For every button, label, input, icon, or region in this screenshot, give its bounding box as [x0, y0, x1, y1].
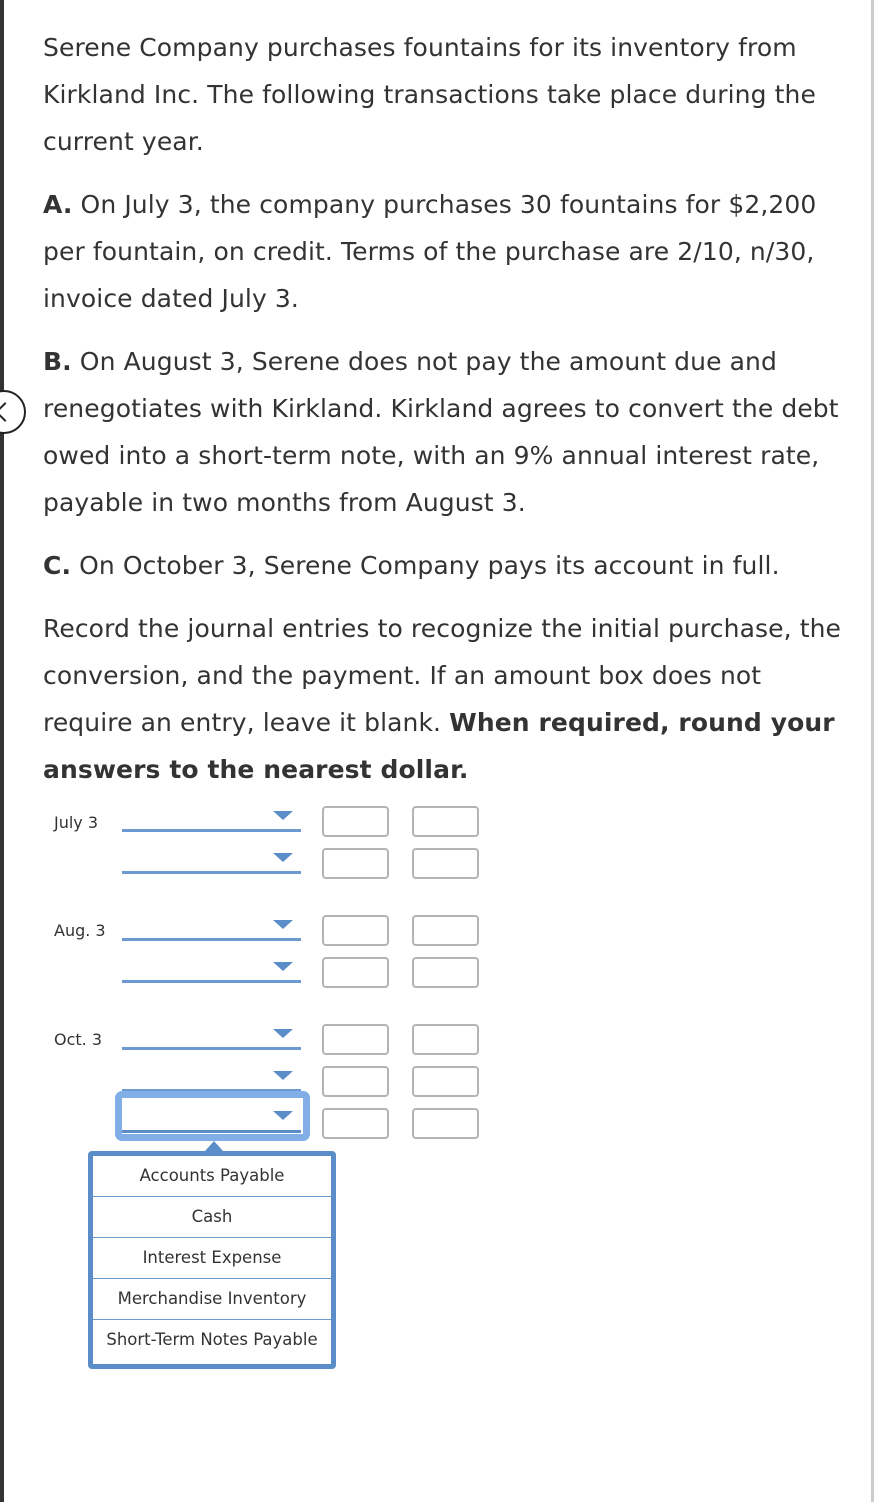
option-cash[interactable]: Cash	[93, 1197, 331, 1238]
account-select[interactable]	[122, 959, 301, 983]
part-a: A. On July 3, the company purchases 30 f…	[43, 181, 858, 322]
dropdown-arrow-icon	[273, 853, 293, 862]
part-c-letter: C.	[43, 551, 72, 580]
option-merchandise-inventory[interactable]: Merchandise Inventory	[93, 1279, 331, 1320]
option-short-term-notes-payable[interactable]: Short-Term Notes Payable	[93, 1320, 331, 1361]
select-underline	[122, 1130, 301, 1133]
debit-input[interactable]	[322, 1108, 389, 1139]
account-select[interactable]	[122, 1026, 301, 1050]
entry-date: July 3	[54, 813, 99, 832]
entry-date: Aug. 3	[54, 921, 106, 940]
part-b-letter: B.	[43, 347, 72, 376]
part-a-text: On July 3, the company purchases 30 foun…	[43, 190, 817, 313]
debit-input[interactable]	[322, 848, 389, 879]
intro-text: Serene Company purchases fountains for i…	[43, 33, 816, 156]
account-dropdown-menu: Accounts Payable Cash Interest Expense M…	[88, 1141, 336, 1369]
part-a-letter: A.	[43, 190, 73, 219]
credit-input[interactable]	[412, 957, 479, 988]
instructions: Record the journal entries to recognize …	[43, 605, 858, 793]
credit-input[interactable]	[412, 915, 479, 946]
credit-input[interactable]	[412, 806, 479, 837]
account-select[interactable]	[122, 1068, 301, 1092]
part-c: C. On October 3, Serene Company pays its…	[43, 542, 858, 589]
entry-date: Oct. 3	[54, 1030, 103, 1049]
debit-input[interactable]	[322, 806, 389, 837]
dropdown-arrow-icon	[273, 1029, 293, 1038]
option-accounts-payable[interactable]: Accounts Payable	[93, 1156, 331, 1197]
option-interest-expense[interactable]: Interest Expense	[93, 1238, 331, 1279]
debit-input[interactable]	[322, 957, 389, 988]
credit-input[interactable]	[412, 1066, 479, 1097]
dropdown-arrow-icon	[273, 1111, 293, 1120]
account-select[interactable]	[122, 1107, 301, 1131]
account-select[interactable]	[122, 850, 301, 874]
left-border	[0, 0, 4, 1502]
back-button[interactable]	[0, 390, 26, 434]
dropdown-arrow-icon	[273, 1071, 293, 1080]
part-b: B. On August 3, Serene does not pay the …	[43, 338, 858, 526]
dropdown-arrow-icon	[273, 962, 293, 971]
dropdown-arrow-icon	[273, 920, 293, 929]
credit-input[interactable]	[412, 1024, 479, 1055]
credit-input[interactable]	[412, 848, 479, 879]
dropdown-arrow-icon	[273, 811, 293, 820]
chevron-left-icon	[0, 402, 15, 422]
debit-input[interactable]	[322, 1024, 389, 1055]
problem-statement: Serene Company purchases fountains for i…	[43, 24, 858, 793]
part-c-text: On October 3, Serene Company pays its ac…	[71, 551, 780, 580]
debit-input[interactable]	[322, 915, 389, 946]
debit-input[interactable]	[322, 1066, 389, 1097]
account-select[interactable]	[122, 808, 301, 832]
popup-caret-icon	[205, 1141, 223, 1151]
credit-input[interactable]	[412, 1108, 479, 1139]
part-b-text: On August 3, Serene does not pay the amo…	[43, 347, 839, 517]
account-select[interactable]	[122, 917, 301, 941]
